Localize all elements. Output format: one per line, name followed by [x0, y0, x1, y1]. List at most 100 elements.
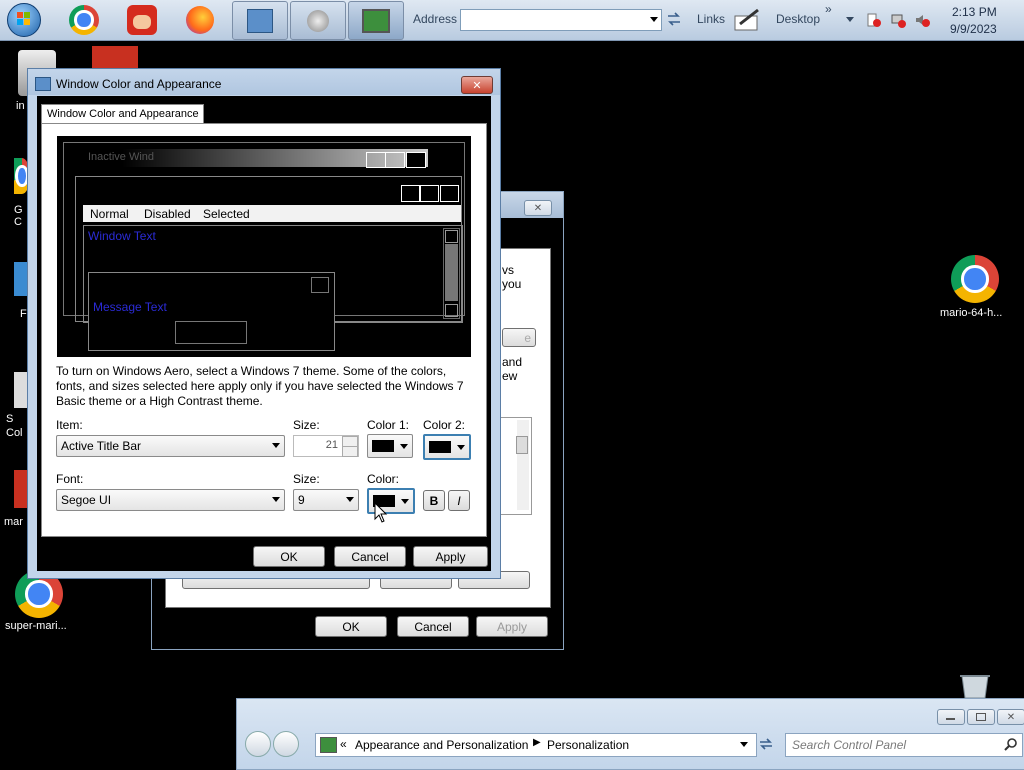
desktop-icon-label: mario-64-h... — [940, 307, 1003, 319]
apply-label: Apply — [496, 619, 528, 634]
apply-button[interactable]: Apply — [476, 616, 548, 637]
display-settings-icon[interactable] — [732, 6, 764, 34]
apply-label: Apply — [435, 549, 466, 564]
font-size-label: Size: — [293, 472, 320, 486]
font-size-select[interactable]: 9 — [293, 489, 359, 511]
preview-close-icon — [440, 185, 459, 202]
minimize-button[interactable] — [937, 709, 965, 725]
toolbar-overflow[interactable]: » — [825, 2, 832, 16]
bold-button[interactable]: B — [423, 490, 445, 511]
chevron-down-icon — [346, 497, 354, 502]
preview-message-text: Message Text — [93, 300, 167, 314]
mario-desktop-icon[interactable] — [14, 470, 28, 508]
address-label: Address — [413, 12, 458, 26]
address-input[interactable] — [460, 9, 662, 31]
partial-text: vs — [502, 263, 514, 277]
desktop-icon-label: F — [20, 308, 27, 320]
network-icon[interactable] — [890, 12, 906, 28]
search-input[interactable]: Search Control Panel — [785, 733, 1023, 757]
desktop-icon-3[interactable] — [14, 262, 28, 296]
item-size-spinner[interactable]: 21 — [293, 435, 359, 457]
cancel-button[interactable]: Cancel — [397, 616, 469, 637]
chevron-down-icon — [457, 445, 465, 450]
breadcrumb-root[interactable]: Appearance and Personalization — [355, 738, 528, 752]
color1-picker[interactable] — [367, 434, 413, 458]
preview-menu-selected: Selected — [203, 207, 250, 221]
close-button[interactable]: ✕ — [461, 76, 493, 94]
chevron-down-icon — [400, 444, 408, 449]
preview-message-box: Message Text — [88, 272, 335, 351]
font-select[interactable]: Segoe UI — [56, 489, 285, 511]
item-select[interactable]: Active Title Bar — [56, 435, 285, 457]
spin-down-icon[interactable] — [342, 446, 358, 457]
start-button[interactable] — [6, 2, 42, 38]
tab-label: Window Color and Appearance — [47, 108, 199, 120]
go-icon[interactable] — [665, 10, 683, 28]
taskbar-control-panel[interactable] — [232, 1, 288, 40]
desktop-toolbar-label[interactable]: Desktop — [776, 12, 820, 26]
desktop-icon-label: mar — [4, 516, 23, 528]
control-panel-icon — [320, 737, 337, 753]
recycle-bin-icon[interactable] — [958, 672, 992, 699]
ok-button[interactable]: OK — [253, 546, 325, 567]
firefox-icon[interactable] — [182, 2, 218, 38]
partial-button[interactable]: e — [502, 328, 536, 347]
desktop-icon-4[interactable] — [14, 372, 28, 408]
maximize-button[interactable] — [967, 709, 995, 725]
mario-icon[interactable] — [124, 2, 160, 38]
chevron-down-icon — [272, 443, 280, 448]
desktop-icon-label: in — [16, 100, 25, 112]
search-icon[interactable] — [1004, 737, 1018, 751]
ok-label: OK — [280, 549, 298, 564]
clock-date[interactable]: 9/9/2023 — [950, 22, 997, 36]
mouse-cursor-icon — [374, 501, 388, 524]
back-button[interactable] — [245, 731, 271, 757]
ok-button[interactable]: OK — [315, 616, 387, 637]
color2-picker[interactable] — [423, 434, 471, 460]
font-color-label: Color: — [367, 472, 400, 486]
action-center-icon[interactable] — [866, 12, 882, 28]
preview-max-icon — [420, 185, 439, 202]
links-label[interactable]: Links — [697, 12, 725, 26]
chevron-down-icon[interactable] — [650, 17, 658, 22]
taskbar-display[interactable] — [348, 1, 404, 40]
forward-button[interactable] — [273, 731, 299, 757]
preview-min-icon — [366, 152, 386, 168]
preview-message-close-icon — [311, 277, 329, 293]
chrome-icon[interactable] — [951, 255, 999, 303]
partial-button-label: e — [524, 330, 531, 345]
preview-window-text: Window Text — [88, 229, 156, 243]
clock-time[interactable]: 2:13 PM — [952, 5, 997, 19]
dialog-title: Window Color and Appearance — [56, 77, 222, 91]
tab-window-color[interactable]: Window Color and Appearance — [41, 104, 204, 125]
chevron-down-icon[interactable] — [846, 17, 854, 22]
window-color-dialog: Window Color and Appearance ✕ Window Col… — [27, 68, 501, 579]
chevron-down-icon — [272, 497, 280, 502]
dialog-titlebar[interactable]: Window Color and Appearance — [28, 69, 500, 95]
breadcrumb[interactable]: « Appearance and Personalization ▶ Perso… — [315, 733, 757, 757]
refresh-icon[interactable] — [757, 735, 775, 753]
cancel-button[interactable]: Cancel — [334, 546, 406, 567]
item-value: Active Title Bar — [61, 439, 142, 453]
bold-label: B — [429, 493, 439, 508]
close-button[interactable]: ✕ — [997, 709, 1024, 725]
chrome-icon[interactable] — [66, 2, 102, 38]
mario-desktop-icon[interactable] — [92, 46, 138, 70]
item-size-value: 21 — [325, 439, 338, 451]
control-panel-window: ✕ « Appearance and Personalization ▶ Per… — [236, 698, 1024, 770]
apply-button[interactable]: Apply — [413, 546, 488, 567]
italic-button[interactable]: I — [448, 490, 470, 511]
preview-scrollbar — [443, 228, 460, 319]
ok-label: OK — [342, 619, 360, 634]
preview-menu-bar: Normal Disabled Selected — [83, 205, 461, 222]
description-text: To turn on Windows Aero, select a Window… — [56, 364, 464, 408]
item-size-label: Size: — [293, 418, 320, 432]
desktop-icon-label: S Col — [6, 413, 23, 439]
list-scrollbar[interactable] — [500, 417, 532, 515]
volume-muted-icon[interactable] — [914, 12, 930, 28]
chevron-down-icon[interactable] — [740, 742, 748, 747]
appearance-preview[interactable]: Inactive Wind Normal Disabled Selected W… — [56, 135, 472, 358]
close-button[interactable]: ✕ — [524, 200, 552, 216]
breadcrumb-current[interactable]: Personalization — [547, 738, 629, 752]
taskbar-sound[interactable] — [290, 1, 346, 40]
